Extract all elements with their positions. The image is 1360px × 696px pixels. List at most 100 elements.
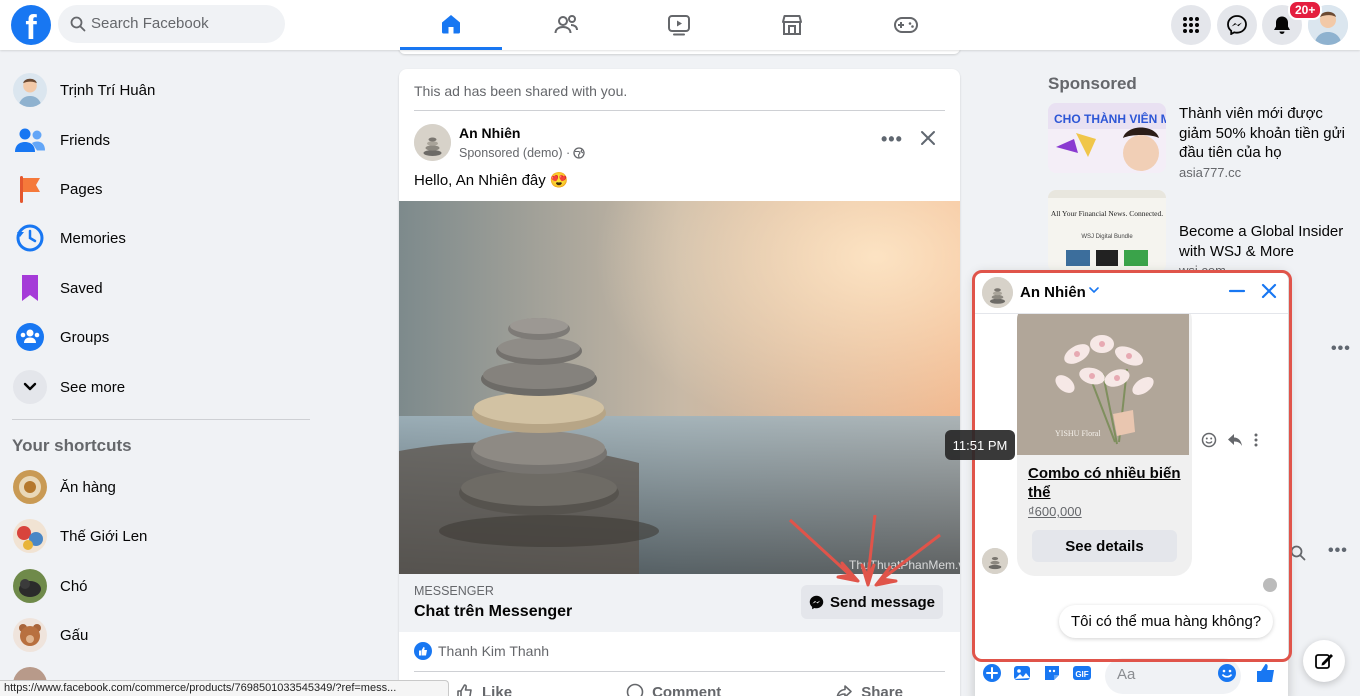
sidebar-item-friends[interactable]: Friends xyxy=(8,117,308,163)
menu-button[interactable] xyxy=(1171,5,1211,45)
chevron-down-icon[interactable] xyxy=(1088,286,1100,294)
search-icon xyxy=(70,16,86,32)
seen-receipt-avatar xyxy=(1263,578,1277,592)
reaction-names: Thanh Kim Thanh xyxy=(438,643,550,659)
contacts-search-icon[interactable] xyxy=(1290,545,1306,561)
sidebar-item-profile[interactable]: Trịnh Trí Huân xyxy=(8,67,308,113)
image-watermark: ThuThuatPhanMem.vn xyxy=(849,558,960,572)
shortcut-avatar xyxy=(12,617,48,653)
new-message-button[interactable] xyxy=(1303,640,1345,682)
more-options-icon[interactable]: ••• xyxy=(1331,340,1351,358)
sponsored-heading: Sponsored xyxy=(1048,74,1137,93)
react-emoji-icon[interactable] xyxy=(1201,432,1217,448)
close-icon[interactable] xyxy=(917,127,939,149)
svg-text:GIF: GIF xyxy=(1075,670,1088,679)
sidebar-item-label: Friends xyxy=(60,131,111,149)
post-actions: Like Comment Share xyxy=(399,674,960,696)
shared-ad-post: This ad has been shared with you. An Nhi… xyxy=(399,69,960,696)
memories-clock-icon xyxy=(16,224,44,252)
profile-avatar xyxy=(12,72,48,108)
shared-note: This ad has been shared with you. xyxy=(414,83,628,99)
product-price[interactable]: ₫600,000 xyxy=(1028,504,1082,519)
tab-marketplace[interactable] xyxy=(741,0,843,50)
facebook-logo[interactable]: f xyxy=(11,5,51,45)
shortcut-avatar xyxy=(12,568,48,604)
ad-title: Become a Global Insider with WSJ & More xyxy=(1179,223,1344,260)
ad-domain: asia777.cc xyxy=(1179,164,1242,180)
more-vertical-icon[interactable] xyxy=(1253,432,1259,448)
minimize-icon[interactable] xyxy=(1228,282,1246,300)
share-button[interactable]: Share xyxy=(835,683,903,696)
product-image[interactable]: YISHU Floral xyxy=(1017,314,1189,455)
plus-icon[interactable] xyxy=(982,663,1002,683)
close-icon[interactable] xyxy=(1260,282,1278,300)
shortcut-label: Gấu xyxy=(60,626,89,644)
sidebar-item-memories[interactable]: Memories xyxy=(8,215,308,261)
messenger-button[interactable] xyxy=(1217,5,1257,45)
see-details-button[interactable]: See details xyxy=(1032,530,1177,562)
outgoing-message[interactable]: Tôi có thể mua hàng không? xyxy=(1059,605,1274,638)
comment-label: Comment xyxy=(652,683,722,696)
shortcut-label: Ăn hàng xyxy=(60,478,116,496)
send-message-button[interactable]: Send message xyxy=(801,585,943,619)
post-image[interactable]: ThuThuatPhanMem.vn xyxy=(399,201,960,574)
shortcut-cho[interactable]: Chó xyxy=(8,563,308,609)
top-navigation-bar: f Search Facebook xyxy=(0,0,1360,50)
saved-bookmark-icon xyxy=(22,275,38,301)
shortcut-avatar xyxy=(12,518,48,554)
friends-tab-icon xyxy=(554,15,578,34)
sidebar-item-pages[interactable]: Pages xyxy=(8,166,308,212)
comment-icon xyxy=(626,683,644,696)
photo-icon[interactable] xyxy=(1012,663,1032,683)
tab-home[interactable] xyxy=(400,0,502,50)
product-name-link[interactable]: Combo có nhiều biến thể xyxy=(1028,464,1183,502)
emoji-icon[interactable] xyxy=(1217,663,1237,683)
cta-kicker: MESSENGER xyxy=(414,584,494,598)
poster-name[interactable]: An Nhiên xyxy=(459,125,520,141)
sidebar-item-see-more[interactable]: See more xyxy=(8,364,308,410)
shortcuts-heading: Your shortcuts xyxy=(12,436,132,455)
globe-icon xyxy=(573,147,585,159)
tab-watch[interactable] xyxy=(628,0,730,50)
pages-flag-icon xyxy=(20,176,40,203)
ad-image-asia777[interactable]: CHO THÀNH VIÊN MỚI xyxy=(1048,103,1166,173)
shortcut-gau[interactable]: Gấu xyxy=(8,612,308,658)
like-send-icon[interactable] xyxy=(1255,662,1277,684)
gif-icon[interactable]: GIF xyxy=(1072,663,1092,683)
like-button[interactable]: Like xyxy=(456,683,512,696)
chat-header[interactable]: An Nhiên xyxy=(975,272,1288,314)
tab-gaming[interactable] xyxy=(855,0,957,50)
chat-avatar[interactable] xyxy=(982,277,1013,308)
product-message-bubble[interactable]: YISHU Floral Combo có nhiều biến thể ₫60… xyxy=(1017,302,1192,576)
search-input[interactable]: Search Facebook xyxy=(58,5,285,43)
ad-banner-text: All Your Financial News. Connected. xyxy=(1051,209,1163,218)
chat-contact-name[interactable]: An Nhiên xyxy=(1020,284,1086,301)
reply-icon[interactable] xyxy=(1227,432,1243,448)
comment-button[interactable]: Comment xyxy=(626,683,721,696)
tab-friends[interactable] xyxy=(515,0,617,50)
sidebar-item-label: Groups xyxy=(60,328,110,346)
groups-icon xyxy=(16,323,44,351)
bell-icon xyxy=(1274,16,1290,34)
ad-image-wsj[interactable]: All Your Financial News. Connected. WSJ … xyxy=(1048,190,1166,272)
contacts-options-icon[interactable]: ••• xyxy=(1328,542,1348,560)
poster-avatar[interactable] xyxy=(414,124,451,161)
send-message-label: Send message xyxy=(829,593,936,611)
card-divider xyxy=(414,671,945,672)
sidebar-item-label: Trịnh Trí Huân xyxy=(60,81,156,99)
sticker-icon[interactable] xyxy=(1042,663,1062,683)
card-divider xyxy=(414,110,945,111)
sidebar-item-saved[interactable]: Saved xyxy=(8,265,308,311)
status-bar-url: https://www.facebook.com/commerce/produc… xyxy=(0,680,449,696)
ad-asia777[interactable]: Thành viên mới được giảm 50% khoản tiền … xyxy=(1179,104,1349,182)
chevron-down-icon xyxy=(23,382,37,391)
share-label: Share xyxy=(861,683,903,696)
shortcut-the-gioi-len[interactable]: Thế Giới Len xyxy=(8,513,308,559)
post-more-options-icon[interactable]: ••• xyxy=(881,129,903,150)
reaction-summary[interactable]: Thanh Kim Thanh xyxy=(414,642,549,660)
sidebar-item-groups[interactable]: Groups xyxy=(8,314,308,360)
shortcut-an-hang[interactable]: Ăn hàng xyxy=(8,464,308,510)
sidebar-item-label: Saved xyxy=(60,279,103,297)
cta-bar: MESSENGER Chat trên Messenger Send messa… xyxy=(399,574,960,632)
home-icon xyxy=(442,14,460,33)
